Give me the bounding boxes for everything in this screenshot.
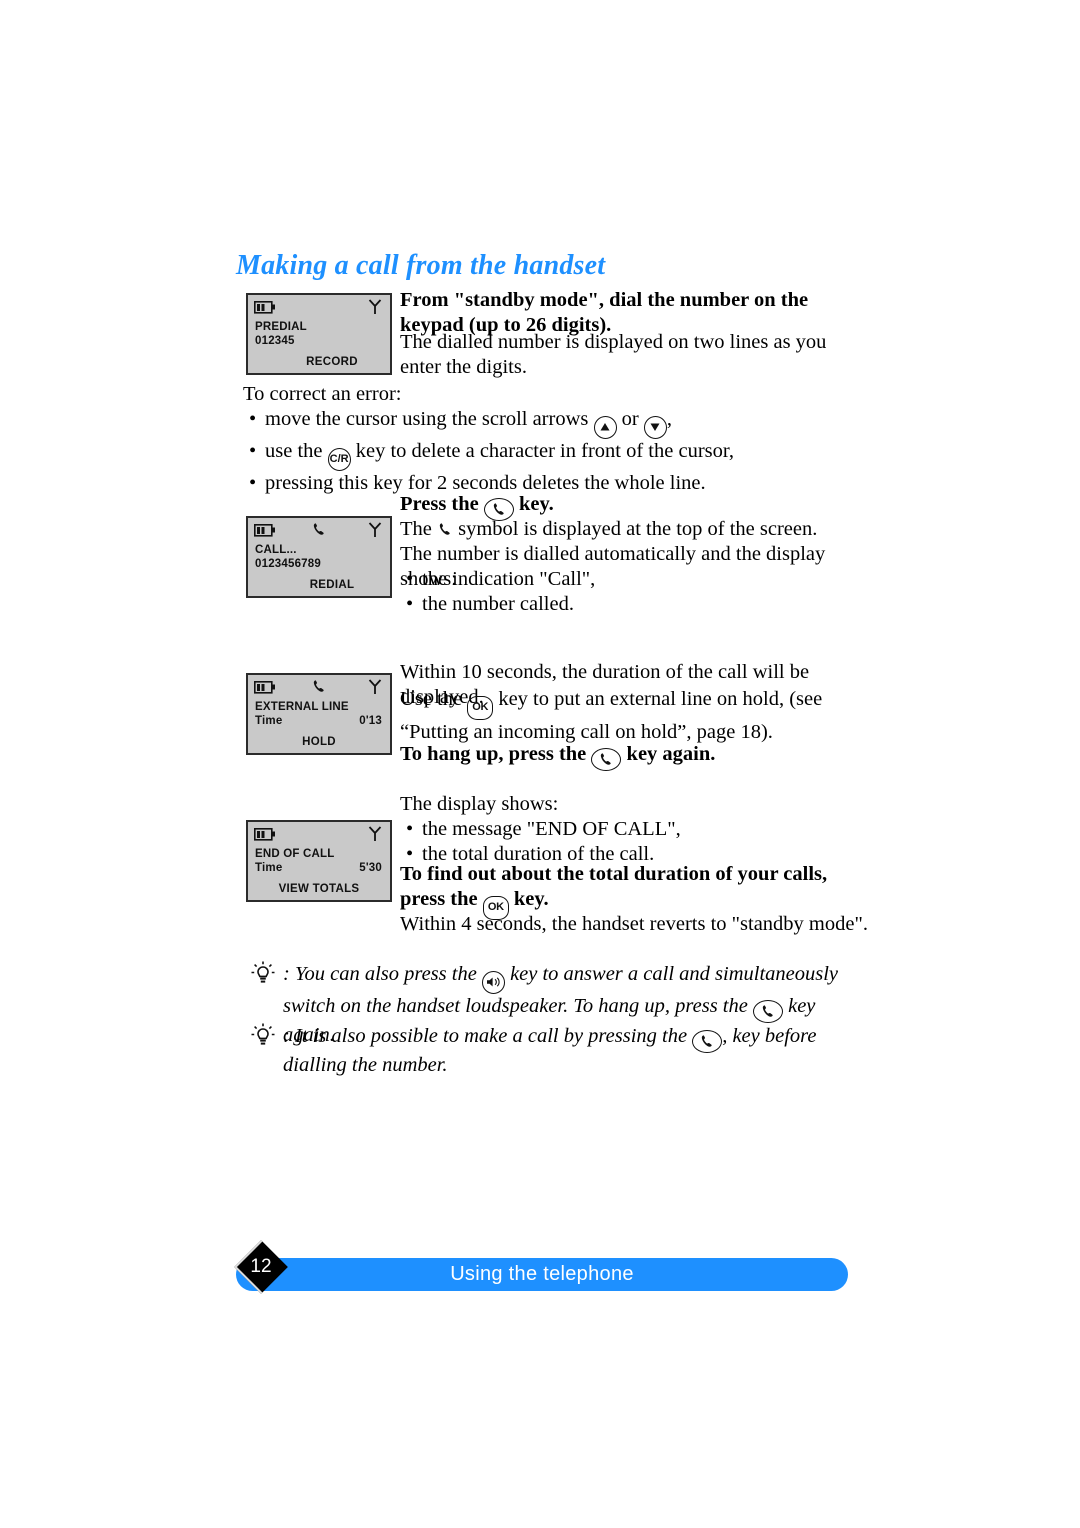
list-item: move the cursor using the scroll arrows … (243, 407, 873, 439)
lcd-line-1: EXTERNAL LINE (255, 701, 349, 713)
battery-icon (254, 301, 276, 319)
list-item: the indication "Call", (400, 567, 840, 592)
section4-list: the message "END OF CALL", the total dur… (400, 817, 860, 867)
footer-bar: Using the telephone (236, 1258, 848, 1291)
section3-body-2: Use the OK key to put an external line o… (400, 687, 870, 745)
section3-bold-b: key again. (626, 743, 716, 765)
section2-body1-b: symbol is displayed at the top of the sc… (458, 518, 818, 540)
footer-section-label: Using the telephone (450, 1263, 634, 1285)
lcd-status-bar (254, 522, 384, 542)
list-item: use the C/R key to delete a character in… (243, 439, 873, 471)
lcd-softkey-label: RECORD (306, 356, 358, 368)
document-page: Making a call from the handset PREDIAL 0… (0, 0, 1080, 1528)
section2-list: the indication "Call", the number called… (400, 567, 840, 617)
battery-icon (254, 681, 276, 699)
section4-body-1: The display shows: (400, 793, 559, 815)
lcd-line-2: Time (255, 862, 283, 874)
loudspeaker-key-icon[interactable] (481, 971, 505, 994)
page-footer: Using the telephone 12 (222, 1240, 848, 1294)
call-key-icon[interactable] (692, 1030, 723, 1053)
section3-bold-instruction: To hang up, press the key again. (400, 742, 870, 771)
lcd-screen-end-of-call: END OF CALL Time 5'30 VIEW TOTALS (246, 820, 392, 902)
phone-icon (311, 679, 327, 700)
section4-bold-b: key. (513, 888, 549, 910)
bullet1-text-mid: or (621, 408, 639, 430)
correct-error-list: move the cursor using the scroll arrows … (243, 407, 873, 496)
tip2-text-c: number. (382, 1054, 448, 1076)
page-title: Making a call from the handset (236, 250, 606, 281)
lcd-line-1: PREDIAL (255, 321, 307, 333)
battery-icon (254, 524, 276, 542)
lightbulb-icon (250, 1022, 276, 1052)
lcd-screen-predial: PREDIAL 012345 RECORD (246, 293, 392, 375)
section2-bold-b: key. (519, 493, 554, 515)
antenna-icon (368, 679, 382, 700)
clear-key-icon[interactable]: C/R (327, 448, 351, 471)
lightbulb-icon (250, 960, 276, 990)
section4-bold-a: To find out about the total duration of … (400, 863, 828, 910)
scroll-up-icon[interactable] (593, 416, 617, 439)
lcd-softkey-label: HOLD (302, 736, 336, 748)
call-key-icon[interactable] (591, 748, 622, 771)
lcd-softkey-label: REDIAL (309, 579, 355, 591)
lcd-screen-call: CALL... 0123456789 REDIAL (246, 516, 392, 598)
lcd-line-1: CALL... (255, 544, 297, 556)
lcd-screen-external-line: EXTERNAL LINE Time 0'13 HOLD (246, 673, 392, 755)
call-key-icon[interactable] (752, 1000, 783, 1023)
section3-bold-a: To hang up, press the (400, 743, 587, 765)
lcd-status-bar (254, 826, 384, 846)
tip2-text-a: It is also possible to make a call by pr… (294, 1025, 688, 1047)
antenna-icon (368, 826, 382, 847)
correct-error-intro: To correct an error: (243, 383, 402, 405)
antenna-icon (368, 299, 382, 320)
section1-body: The dialled number is displayed on two l… (400, 331, 827, 378)
tip1-colon: : (283, 963, 290, 985)
section4-body-2: Within 4 seconds, the handset reverts to… (400, 913, 868, 935)
section2-body-1: The symbol is displayed at the top of th… (400, 517, 870, 545)
scroll-down-icon[interactable] (643, 416, 667, 439)
list-item: the message "END OF CALL", (400, 817, 860, 842)
lcd-status-bar (254, 299, 384, 319)
tip1-text-a: You can also press the (294, 963, 477, 985)
bullet1-text-a: move the cursor using the scroll arrows (265, 408, 589, 430)
page-number: 12 (250, 1256, 272, 1277)
list-item: the number called. (400, 592, 840, 617)
tip-2: : It is also possible to make a call by … (283, 1024, 861, 1078)
lcd-line-2: 012345 (255, 335, 295, 347)
section2-body1-a: The (400, 518, 432, 540)
antenna-icon (368, 522, 382, 543)
lcd-line-2-value: 0'13 (359, 715, 382, 727)
lcd-status-bar (254, 679, 384, 699)
section3-body2-a: Use the (400, 688, 463, 710)
section2-bold-a: Press the (400, 493, 479, 515)
lcd-softkey-label: VIEW TOTALS (278, 883, 360, 895)
lcd-line-2-value: 5'30 (359, 862, 382, 874)
bullet2-text-a: use the (265, 440, 323, 462)
lcd-line-2: 0123456789 (255, 558, 321, 570)
tip2-colon: : (283, 1025, 290, 1047)
phone-icon (311, 522, 327, 543)
section3-body2-b: key to put an external line on hold, (se… (400, 688, 823, 743)
lcd-line-2: Time (255, 715, 283, 727)
lcd-line-1: END OF CALL (255, 848, 335, 860)
bullet2-text-b: key to delete a character in front of th… (355, 440, 734, 462)
ok-key-icon[interactable]: OK (467, 696, 494, 720)
battery-icon (254, 828, 276, 846)
bullet1-text-end: , (666, 408, 672, 430)
